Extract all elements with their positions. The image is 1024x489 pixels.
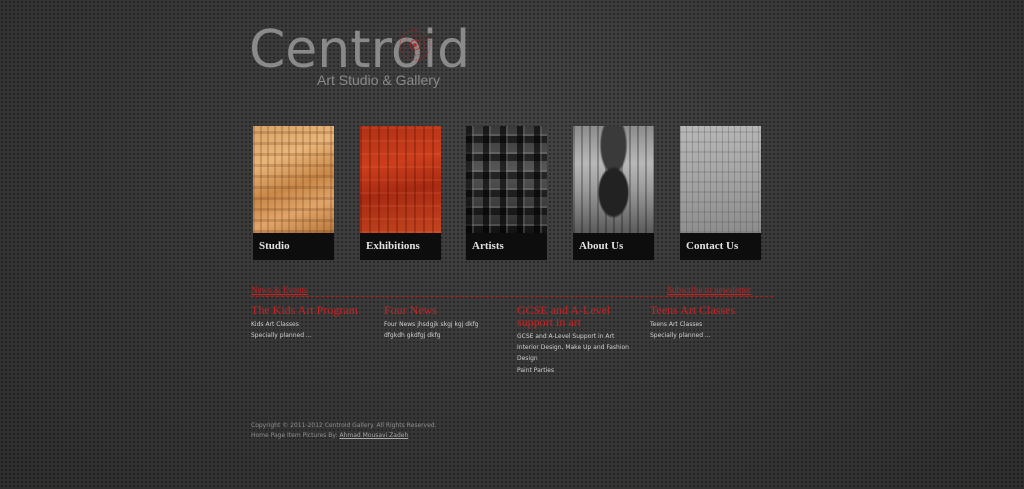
logo-tagline: Art Studio & Gallery bbox=[317, 72, 440, 88]
photographer-link[interactable]: Ahmad Mousavi Zadeh bbox=[339, 432, 408, 439]
news-item: Four News Four News jhsdgjk skgj kgj dkf… bbox=[384, 304, 509, 341]
tile-caption: Artists bbox=[466, 233, 547, 260]
copyright-text: Copyright © 2011-2012 Centroid Gallery. … bbox=[251, 422, 437, 429]
tile-caption: Exhibitions bbox=[360, 233, 441, 260]
nav-tile-contact-us[interactable]: Contact Us bbox=[680, 126, 761, 261]
red-divider bbox=[251, 296, 773, 297]
news-item-title[interactable]: The Kids Art Program bbox=[251, 304, 376, 316]
news-item: GCSE and A-Level support in art GCSE and… bbox=[517, 304, 635, 376]
tile-caption: Contact Us bbox=[680, 233, 761, 260]
news-item-line: Paint Parties bbox=[517, 366, 555, 374]
tile-label-artists: Artists bbox=[472, 240, 504, 252]
news-item-line: dfgkdh gkdfgj dkfg bbox=[384, 332, 441, 340]
news-item-line: Design bbox=[517, 355, 538, 363]
about-us-artwork-image bbox=[573, 126, 654, 233]
site-footer: Copyright © 2011-2012 Centroid Gallery. … bbox=[251, 421, 551, 441]
news-item-line: Interior Design, Make Up and Fashion bbox=[517, 344, 629, 352]
nav-tile-artists[interactable]: Artists bbox=[466, 126, 547, 261]
news-item: The Kids Art Program Kids Art Classes Sp… bbox=[251, 304, 376, 341]
news-events-link[interactable]: News & Events bbox=[251, 285, 308, 295]
nav-tile-about-us[interactable]: About Us bbox=[573, 126, 654, 261]
tile-label-exhibitions: Exhibitions bbox=[366, 240, 420, 252]
news-header-bar: News & Events Subscribe to newsletter bbox=[251, 285, 773, 297]
photo-credit: Home Page Item Pictures By: Ahmad Mousav… bbox=[251, 431, 551, 441]
tile-label-about-us: About Us bbox=[579, 240, 624, 252]
logo-name: Centroid bbox=[249, 20, 471, 80]
news-item: Teens Art Classes Teens Art Classes Spec… bbox=[650, 304, 775, 341]
news-item-line: Four News jhsdgjk skgj kgj dkfg bbox=[384, 321, 479, 328]
nav-tile-exhibitions[interactable]: Exhibitions bbox=[360, 126, 441, 261]
site-logo[interactable]: Centroid Art Studio & Gallery bbox=[249, 22, 470, 92]
news-item-line: Kids Art Classes bbox=[251, 321, 299, 328]
news-item-line: GCSE and A-Level Support in Art bbox=[517, 333, 615, 340]
photo-credit-prefix: Home Page Item Pictures By: bbox=[251, 432, 340, 439]
studio-artwork-image bbox=[253, 126, 334, 233]
tile-label-studio: Studio bbox=[259, 240, 290, 252]
news-item-line: Specially planned ... bbox=[251, 332, 312, 340]
news-item-line: Specially planned ... bbox=[650, 332, 711, 340]
logo-target-icon bbox=[399, 29, 431, 61]
news-item-title[interactable]: Teens Art Classes bbox=[650, 304, 775, 316]
news-item-title[interactable]: Four News bbox=[384, 304, 509, 316]
contact-us-artwork-image bbox=[680, 126, 761, 233]
news-item-title[interactable]: GCSE and A-Level support in art bbox=[517, 304, 635, 328]
page-container: Centroid Art Studio & Gallery Studio Exh… bbox=[249, 0, 775, 489]
tile-caption: About Us bbox=[573, 233, 654, 260]
news-item-line: Teens Art Classes bbox=[650, 321, 703, 328]
tile-caption: Studio bbox=[253, 233, 334, 260]
exhibitions-artwork-image bbox=[360, 126, 441, 233]
subscribe-newsletter-link[interactable]: Subscribe to newsletter bbox=[667, 285, 751, 295]
nav-tile-studio[interactable]: Studio bbox=[253, 126, 334, 261]
tile-label-contact-us: Contact Us bbox=[686, 240, 739, 252]
artists-artwork-image bbox=[466, 126, 547, 233]
